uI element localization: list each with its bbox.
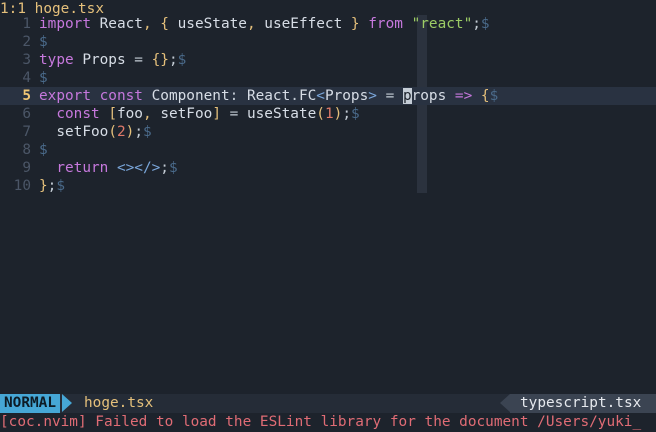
line-number: 10 bbox=[13, 178, 31, 194]
line-number: 8 bbox=[22, 142, 31, 158]
text-cursor: p bbox=[402, 88, 412, 104]
line-number: 4 bbox=[22, 70, 31, 86]
line-number-current: 5 bbox=[22, 88, 31, 104]
line-number: 3 bbox=[22, 52, 31, 68]
line-number: 7 bbox=[22, 124, 31, 140]
code-line[interactable]: 6 const [foo, setFoo] = useState(1);$ bbox=[0, 105, 656, 123]
code-line[interactable]: 4 $ bbox=[0, 69, 656, 87]
code-text: export const Component: React.FC<Props> … bbox=[39, 88, 499, 104]
code-text: setFoo(2);$ bbox=[39, 124, 152, 140]
code-text: $ bbox=[39, 70, 48, 86]
code-text: };$ bbox=[39, 178, 66, 194]
code-line-current[interactable]: 5 export const Component: React.FC<Props>… bbox=[0, 87, 656, 105]
line-number: 6 bbox=[22, 106, 31, 122]
code-line[interactable]: 7 setFoo(2);$ bbox=[0, 123, 656, 141]
code-text: type Props = {};$ bbox=[39, 52, 187, 68]
code-text: $ bbox=[39, 34, 48, 50]
terminal-vim-window: 1:1 hoge.tsx 1 import React, { useState, … bbox=[0, 0, 656, 432]
code-text: $ bbox=[39, 142, 48, 158]
code-line[interactable]: 1 import React, { useState, useEffect } f… bbox=[0, 15, 656, 33]
code-text: const [foo, setFoo] = useState(1);$ bbox=[39, 106, 360, 122]
command-line-message: [coc.nvim] Failed to load the ESLint lib… bbox=[0, 414, 642, 430]
code-line[interactable]: 9 return <></>;$ bbox=[0, 159, 656, 177]
statusline: NORMAL hoge.tsx typescript.tsx bbox=[0, 394, 656, 413]
code-text: return <></>;$ bbox=[39, 160, 178, 176]
code-line[interactable]: 2 $ bbox=[0, 33, 656, 51]
code-line[interactable]: 8 $ bbox=[0, 141, 656, 159]
line-number: 1 bbox=[22, 16, 31, 32]
filetype-separator bbox=[500, 394, 510, 412]
code-line[interactable]: 10 };$ bbox=[0, 177, 656, 195]
mode-separator bbox=[62, 394, 72, 412]
mode-indicator: NORMAL bbox=[0, 394, 60, 413]
line-number: 9 bbox=[22, 160, 31, 176]
filetype-indicator: typescript.tsx bbox=[510, 394, 656, 413]
code-text: import React, { useState, useEffect } fr… bbox=[39, 16, 490, 32]
code-line[interactable]: 3 type Props = {};$ bbox=[0, 51, 656, 69]
statusline-filename: hoge.tsx bbox=[84, 395, 154, 411]
editor-buffer[interactable]: 1 import React, { useState, useEffect } f… bbox=[0, 15, 656, 195]
line-number: 2 bbox=[22, 34, 31, 50]
